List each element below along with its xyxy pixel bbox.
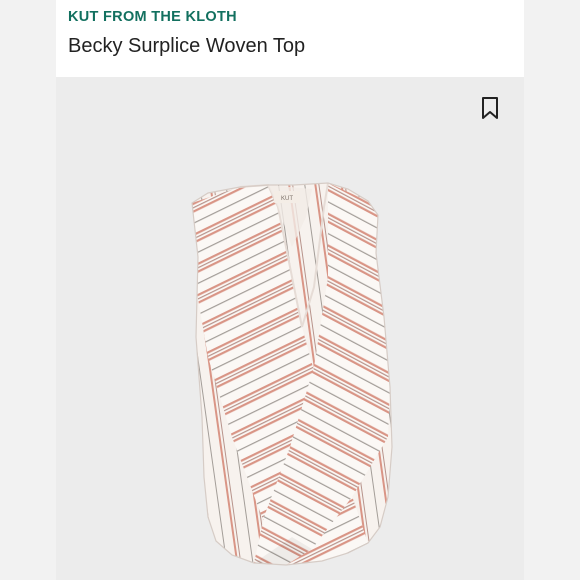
product-image-area[interactable]: KUT <box>56 77 524 580</box>
screen: KUT FROM THE KLOTH Becky Surplice Woven … <box>0 0 580 580</box>
bookmark-icon[interactable] <box>480 96 500 120</box>
product-header: KUT FROM THE KLOTH Becky Surplice Woven … <box>56 0 524 77</box>
brand-name[interactable]: KUT FROM THE KLOTH <box>68 9 237 25</box>
brand-tag-text: KUT <box>281 196 293 202</box>
product-image: KUT <box>191 182 393 566</box>
product-card: KUT FROM THE KLOTH Becky Surplice Woven … <box>56 0 524 580</box>
product-title: Becky Surplice Woven Top <box>68 35 306 57</box>
